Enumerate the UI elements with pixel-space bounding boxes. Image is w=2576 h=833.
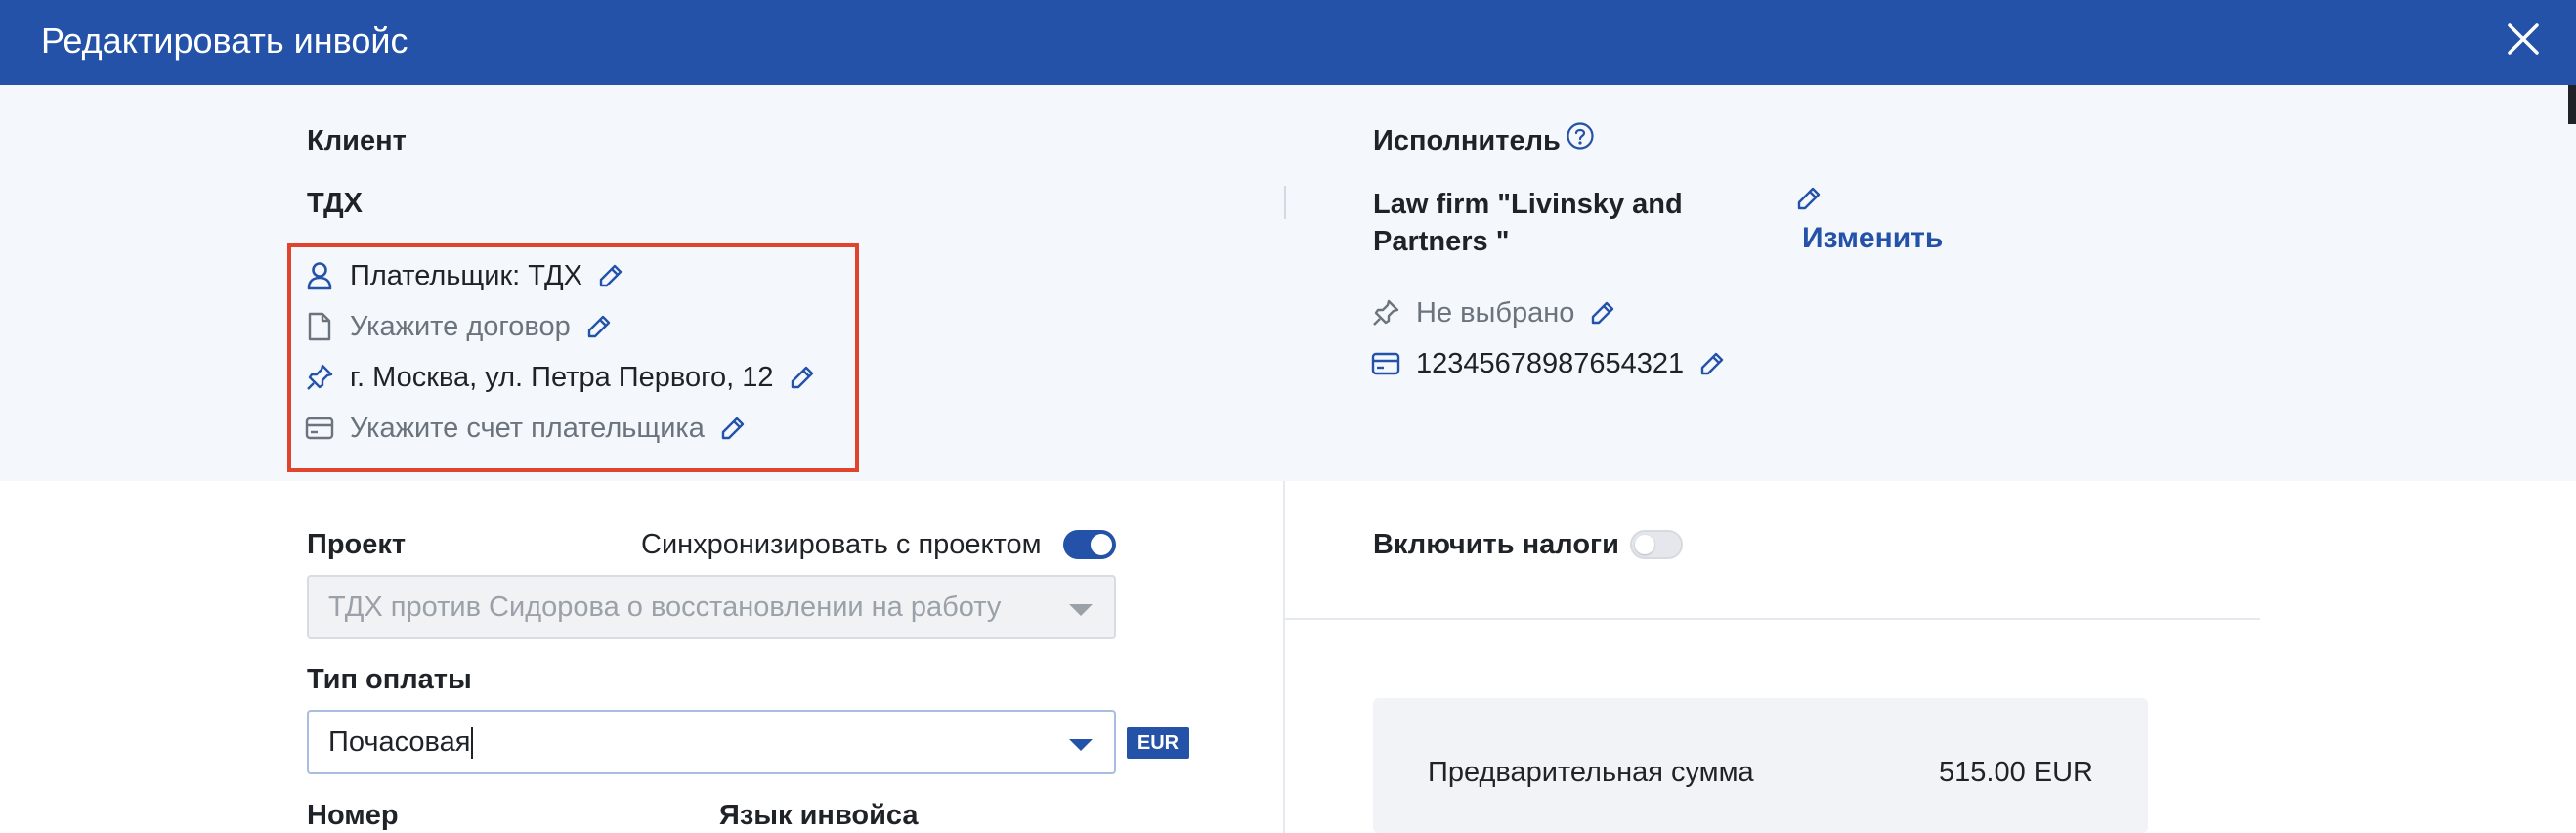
- close-button[interactable]: [2502, 18, 2545, 61]
- payer-account-row: Укажите счет плательщика: [303, 409, 748, 448]
- parties-divider: [1284, 186, 1286, 219]
- payer-account-placeholder: Укажите счет плательщика: [350, 412, 705, 444]
- pencil-icon: [1592, 301, 1614, 325]
- executor-address-row: Не выбрано: [1369, 293, 1617, 332]
- sync-project-toggle[interactable]: [1063, 530, 1116, 559]
- close-icon: [2508, 23, 2539, 55]
- taxes-divider: [1285, 618, 2260, 620]
- client-name: ТДХ: [307, 188, 363, 219]
- contract-row: Укажите договор: [303, 307, 614, 346]
- executor-address: Не выбрано: [1416, 296, 1575, 329]
- credit-card-icon: [303, 412, 336, 445]
- person-icon: [303, 259, 336, 292]
- text-cursor: [471, 727, 474, 760]
- chevron-down-icon: [1069, 739, 1093, 751]
- executor-section-label: Исполнитель: [1373, 125, 1561, 156]
- credit-card-icon: [1369, 347, 1402, 380]
- executor-account-row: 12345678987654321: [1369, 344, 1727, 383]
- edit-executor-address-button[interactable]: [1588, 298, 1617, 328]
- pencil-icon: [1797, 187, 1821, 210]
- edit-client-address-button[interactable]: [788, 363, 817, 392]
- toggle-knob: [1091, 534, 1112, 555]
- sync-project-label: Синхронизировать с проектом: [641, 529, 1042, 560]
- payment-type-label: Тип оплаты: [307, 664, 472, 695]
- include-taxes-toggle[interactable]: [1630, 530, 1683, 559]
- executor-account: 12345678987654321: [1416, 347, 1685, 379]
- invoice-number-label: Номер: [307, 800, 399, 831]
- pencil-icon: [599, 264, 623, 287]
- pencil-icon: [587, 315, 610, 338]
- client-section-label: Клиент: [307, 125, 407, 156]
- payer-text: Плательщик: ТДХ: [350, 259, 583, 291]
- payment-type-select[interactable]: Почасовая: [307, 710, 1116, 774]
- include-taxes-label: Включить налоги: [1373, 529, 1619, 560]
- pencil-icon: [791, 366, 813, 389]
- project-select: ТДХ против Сидорова о восстановлении на …: [307, 575, 1116, 639]
- edit-payer-account-button[interactable]: [718, 414, 748, 443]
- pencil-icon: [1700, 352, 1724, 375]
- edit-payer-button[interactable]: [596, 261, 625, 290]
- column-divider: [1283, 481, 1285, 833]
- payment-type-value: Почасовая: [328, 726, 474, 760]
- edit-executor-account-button[interactable]: [1697, 349, 1727, 378]
- edit-executor-button[interactable]: [1796, 186, 1825, 215]
- modal-title: Редактировать инвойс: [41, 21, 408, 61]
- pin-icon: [303, 361, 336, 394]
- chevron-down-icon: [1069, 604, 1093, 616]
- pin-icon: [1369, 296, 1402, 329]
- document-icon: [303, 310, 336, 343]
- help-circle-icon: [1567, 122, 1594, 150]
- payer-row: Плательщик: ТДХ: [303, 256, 625, 295]
- summary-card: Предварительная сумма 515.00 EUR: [1373, 698, 2148, 833]
- executor-name: Law firm "Livinsky and Partners ": [1373, 189, 1683, 257]
- edit-contract-button[interactable]: [584, 312, 614, 341]
- invoice-language-label: Язык инвойса: [719, 800, 919, 831]
- project-select-value: ТДХ против Сидорова о восстановлении на …: [328, 592, 1002, 623]
- help-button[interactable]: [1566, 121, 1595, 151]
- modal-header: Редактировать инвойс: [0, 0, 2576, 85]
- project-label: Проект: [307, 529, 407, 560]
- pencil-icon: [721, 416, 745, 440]
- currency-badge: EUR: [1127, 727, 1189, 759]
- contract-placeholder: Укажите договор: [350, 310, 571, 342]
- toggle-knob: [1635, 535, 1654, 554]
- client-address: г. Москва, ул. Петра Первого, 12: [350, 361, 774, 393]
- client-address-row: г. Москва, ул. Петра Первого, 12: [303, 358, 817, 397]
- preliminary-sum-label: Предварительная сумма: [1428, 757, 1754, 788]
- preliminary-sum-value: 515.00 EUR: [1939, 757, 2093, 788]
- change-executor-link[interactable]: Изменить: [1802, 222, 1943, 255]
- payment-type-text: Почасовая: [328, 726, 471, 758]
- scrollbar-thumb[interactable]: [2568, 85, 2576, 124]
